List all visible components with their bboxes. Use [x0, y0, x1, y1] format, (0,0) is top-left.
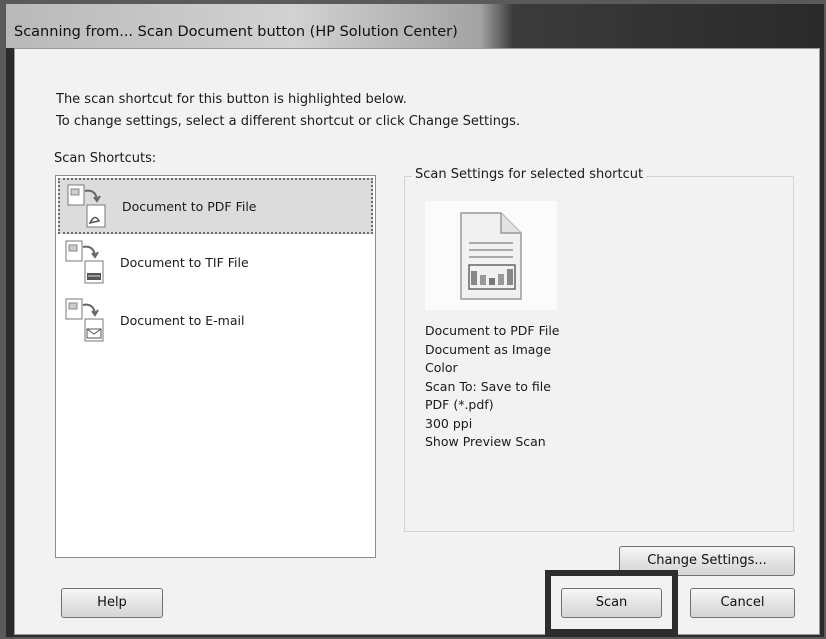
detail-line: Document as Image	[425, 341, 552, 357]
list-item-label: Document to TIF File	[120, 255, 249, 270]
scan-settings-group-label: Scan Settings for selected shortcut	[412, 167, 647, 182]
dialog-window: Scanning from... Scan Document button (H…	[6, 4, 824, 637]
help-button[interactable]: Help	[61, 588, 163, 618]
detail-line: PDF (*.pdf)	[425, 397, 494, 412]
detail-line: 300 ppi	[425, 415, 473, 431]
pdf-document-icon	[67, 184, 106, 228]
title-bar[interactable]: Scanning from... Scan Document button (H…	[6, 4, 824, 48]
intro-line-1: The scan shortcut for this button is hig…	[56, 92, 407, 107]
email-document-icon	[65, 298, 104, 342]
settings-preview	[425, 201, 557, 310]
scan-shortcuts-label: Scan Shortcuts:	[54, 151, 157, 166]
list-item-document-to-tif[interactable]: Document to TIF File	[58, 236, 373, 292]
scan-shortcuts-list[interactable]: Document to PDF File Document to TIF Fil…	[55, 175, 376, 558]
detail-line: Show Preview Scan	[425, 434, 546, 449]
document-preview-icon	[460, 212, 522, 300]
tif-document-icon	[65, 240, 104, 284]
list-item-label: Document to E-mail	[120, 313, 245, 328]
detail-line: Document to PDF File	[425, 323, 560, 338]
list-item-label: Document to PDF File	[122, 199, 257, 214]
list-item-document-to-pdf[interactable]: Document to PDF File	[58, 178, 373, 234]
intro-line-2: To change settings, select a different s…	[56, 114, 521, 129]
window-title: Scanning from... Scan Document button (H…	[14, 24, 458, 40]
scan-button[interactable]: Scan	[561, 588, 662, 618]
settings-details: Document to PDF File Document as Image C…	[425, 322, 560, 452]
intro-text: The scan shortcut for this button is hig…	[56, 89, 520, 133]
cancel-button[interactable]: Cancel	[690, 588, 795, 618]
detail-line: Color	[425, 360, 458, 375]
dialog-body: The scan shortcut for this button is hig…	[14, 48, 820, 635]
detail-line: Scan To: Save to file	[425, 378, 551, 394]
list-item-document-to-email[interactable]: Document to E-mail	[58, 294, 373, 350]
